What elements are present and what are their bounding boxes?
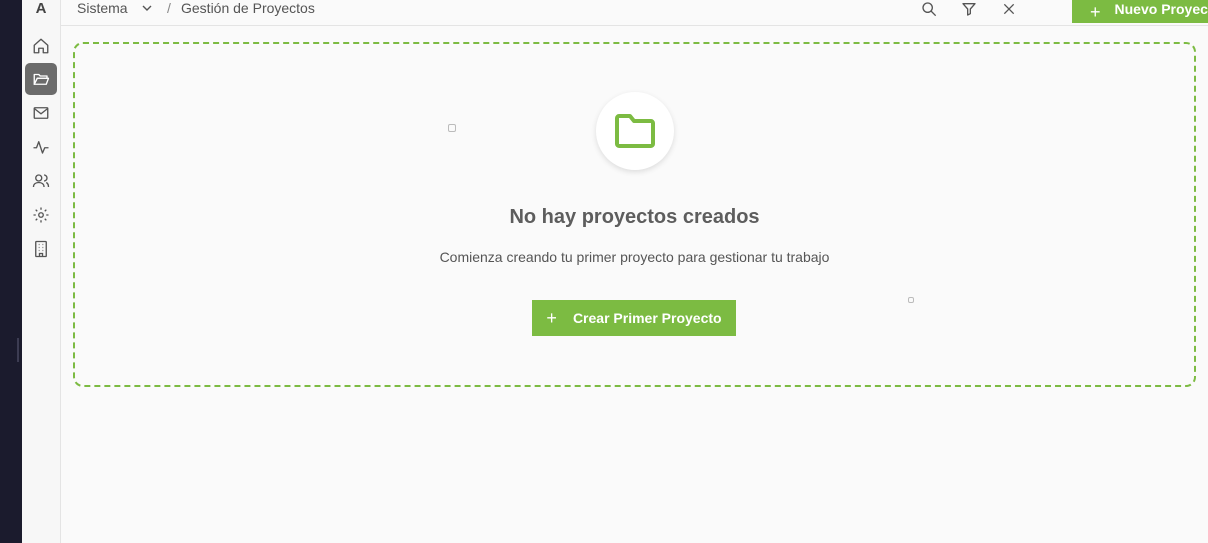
- decorative-dot: [908, 297, 914, 303]
- search-icon[interactable]: [920, 0, 938, 17]
- empty-state-description: Comienza creando tu primer proyecto para…: [439, 249, 830, 265]
- sidebar-item-home[interactable]: [25, 30, 57, 62]
- new-project-label: Nuevo Proyecto: [1114, 0, 1208, 17]
- breadcrumb-workspace[interactable]: Sistema: [77, 0, 128, 17]
- mail-icon: [33, 107, 49, 119]
- sidebar-item-settings[interactable]: [25, 199, 57, 231]
- new-project-button[interactable]: + Nuevo Proyecto: [1072, 0, 1208, 23]
- empty-state-panel: No hay proyectos creados Comienza creand…: [73, 42, 1196, 387]
- settings-icon: [33, 207, 49, 223]
- empty-state-title: No hay proyectos creados: [509, 206, 760, 228]
- decorative-dot: [448, 124, 456, 132]
- activity-icon: [33, 141, 49, 154]
- app-window: A Sistema / Gestión de Proyectos + Nuevo…: [22, 0, 1208, 543]
- building-icon: [35, 240, 47, 258]
- users-icon: [32, 174, 50, 188]
- folder-icon: [33, 73, 50, 85]
- home-icon: [33, 38, 49, 54]
- sidebar-item-users[interactable]: [25, 165, 57, 197]
- empty-state-icon-circle: [596, 92, 674, 170]
- sidebar-item-company[interactable]: [25, 233, 57, 265]
- sidebar-item-mail[interactable]: [25, 97, 57, 129]
- top-bar: Sistema / Gestión de Proyectos + Nuevo P…: [61, 0, 1208, 26]
- create-first-project-label: Crear Primer Proyecto: [572, 310, 722, 326]
- plus-icon: +: [546, 307, 557, 328]
- breadcrumb-separator: /: [167, 0, 171, 16]
- folder-icon: [615, 114, 655, 148]
- resize-grip[interactable]: [17, 338, 19, 362]
- sidebar: A: [22, 0, 61, 543]
- plus-icon: +: [1090, 1, 1101, 22]
- window-edge: [0, 0, 22, 543]
- create-first-project-button[interactable]: + Crear Primer Proyecto: [532, 300, 736, 336]
- sidebar-item-projects[interactable]: [25, 63, 57, 95]
- filter-icon[interactable]: [960, 0, 978, 17]
- breadcrumb-current-page: Gestión de Proyectos: [181, 0, 315, 16]
- close-icon[interactable]: [1000, 0, 1018, 17]
- chevron-down-icon[interactable]: [141, 1, 153, 13]
- app-logo: A: [35, 0, 47, 17]
- sidebar-item-activity[interactable]: [25, 131, 57, 163]
